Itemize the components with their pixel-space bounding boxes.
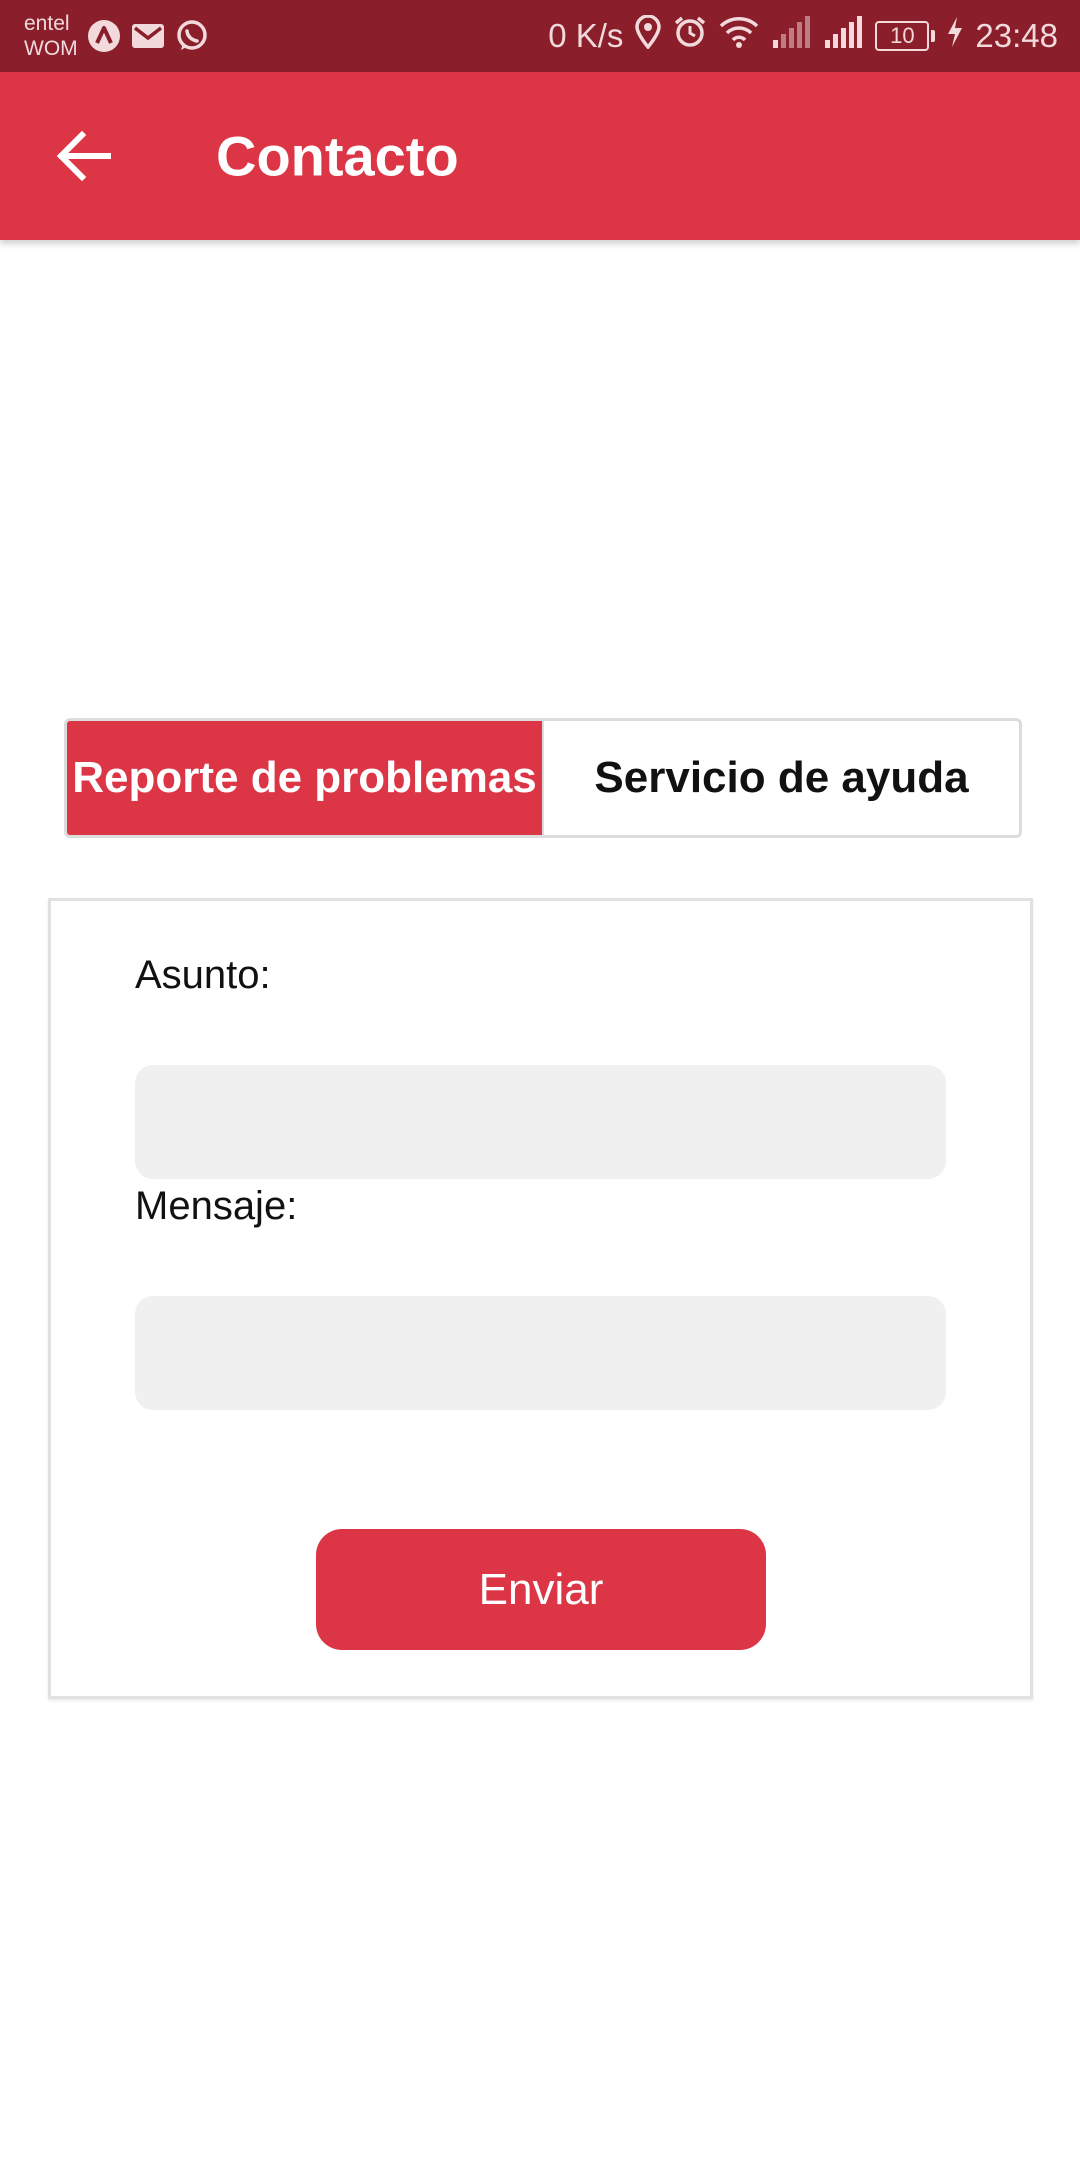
- arrow-left-icon: [56, 131, 111, 181]
- status-bar: entel WOM 0 K/s 10 23:48: [0, 0, 1080, 72]
- subject-label: Asunto:: [135, 953, 271, 997]
- charging-icon: [947, 17, 963, 55]
- network-speed: 0 K/s: [548, 17, 624, 54]
- tab-reporte-de-problemas[interactable]: Reporte de problemas: [67, 721, 542, 835]
- gmail-icon: [130, 18, 166, 54]
- carrier-2: WOM: [24, 37, 78, 60]
- whatsapp-icon: [174, 18, 210, 54]
- status-right: 0 K/s 10 23:48: [548, 14, 1058, 57]
- battery-icon: 10: [875, 21, 936, 51]
- location-icon: [635, 14, 662, 57]
- clock: 23:48: [975, 17, 1058, 54]
- tab-group: Reporte de problemas Servicio de ayuda: [64, 718, 1022, 838]
- message-label: Mensaje:: [135, 1184, 298, 1228]
- carrier-names: entel WOM: [24, 11, 78, 61]
- tab-servicio-de-ayuda[interactable]: Servicio de ayuda: [542, 721, 1019, 835]
- carrier-1: entel: [24, 12, 70, 35]
- signal-icon: [771, 16, 811, 56]
- submit-button[interactable]: Enviar: [316, 1529, 766, 1650]
- back-button[interactable]: [50, 122, 118, 190]
- message-input[interactable]: [135, 1296, 946, 1410]
- page-title: Contacto: [216, 124, 459, 188]
- wifi-icon: [719, 15, 759, 57]
- app-bar: Contacto: [0, 72, 1080, 240]
- battery-level: 10: [875, 21, 930, 51]
- subject-input[interactable]: [135, 1065, 946, 1179]
- signal-icon: [823, 16, 863, 56]
- app-a-icon: [86, 18, 122, 54]
- contact-form-card: Asunto: Mensaje: Enviar: [48, 898, 1033, 1699]
- alarm-icon: [673, 15, 707, 57]
